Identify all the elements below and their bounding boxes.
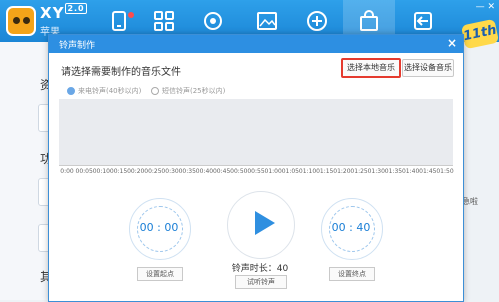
radio-circle [67, 87, 75, 95]
select-device-music-button[interactable]: 选择设备音乐 [402, 59, 454, 77]
exit-icon[interactable] [412, 10, 434, 32]
radio-sms-ringtone[interactable]: 短信铃声(25秒以内) [151, 86, 225, 96]
timeline-tick: 00:20 [127, 168, 145, 175]
preview-ringtone-button[interactable]: 试听铃声 [235, 275, 287, 289]
dialog-title: 铃声制作 [59, 41, 96, 51]
radio-label: 来电铃声(40秒以内) [78, 87, 142, 95]
app-logo[interactable] [6, 6, 36, 36]
apps-icon[interactable] [153, 10, 175, 32]
app-title: XY 2.0 [40, 3, 87, 22]
wallpaper-icon[interactable] [256, 10, 278, 32]
timeline-tick: 00:05 [75, 168, 93, 175]
radio-circle [151, 87, 159, 95]
set-end-button[interactable]: 设置终点 [329, 267, 375, 281]
logo-eye-icon [13, 17, 20, 24]
right-panel-text: 急啦 [462, 197, 478, 206]
timeline-tick: 00:35 [178, 168, 196, 175]
app-version: 2.0 [65, 3, 87, 14]
waveform-area[interactable] [59, 99, 453, 166]
select-local-music-button[interactable]: 选择本地音乐 [341, 58, 401, 78]
app-name: XY [40, 4, 65, 22]
timeline-tick: 01:35 [384, 168, 403, 175]
timeline-tick: 01:25 [350, 168, 368, 175]
timeline-tick: 01:05 [281, 168, 300, 175]
dialog-titlebar: 铃声制作 × [49, 35, 463, 53]
dialog-prompt: 请选择需要制作的音乐文件 [61, 67, 181, 78]
device-icon[interactable] [108, 10, 130, 32]
window-controls[interactable]: — ✕ [476, 2, 495, 12]
notification-dot [128, 12, 134, 18]
timeline-tick: 00:30 [161, 168, 179, 175]
timeline-tick: 0:00 [60, 168, 74, 175]
timeline-tick: 01:20 [333, 168, 351, 175]
add-icon[interactable] [306, 10, 328, 32]
timeline-tick: 01:15 [316, 168, 334, 175]
close-icon[interactable]: × [447, 36, 457, 50]
timeline-tick: 01:10 [298, 168, 317, 175]
timeline-tick: 00:50 [230, 168, 248, 175]
timeline-ruler: 0:00 00:05 00:10 00:15 00:20 00:25 00:30 00:35 0… [59, 165, 453, 177]
timeline-tick: 01:40 [401, 168, 420, 175]
timeline-tick: 01:45 [419, 168, 437, 175]
timeline-tick: 01:50 [436, 168, 454, 175]
play-icon[interactable] [255, 211, 275, 235]
timeline-tick: 00:40 [195, 168, 214, 175]
radio-incoming-ringtone[interactable]: 来电铃声(40秒以内) [67, 86, 141, 96]
timeline-tick: 00:25 [144, 168, 162, 175]
game-icon[interactable] [202, 10, 224, 32]
end-time: 00 : 40 [331, 221, 371, 234]
radio-label: 短信铃声(25秒以内) [162, 87, 226, 95]
logo-eye-icon [23, 17, 30, 24]
store-bag-icon[interactable] [358, 10, 380, 32]
timeline-tick: 00:55 [247, 168, 265, 175]
timeline-tick: 01:30 [367, 168, 385, 175]
timeline-tick: 00:10 [92, 168, 111, 175]
start-time: 00 : 00 [139, 221, 179, 234]
set-start-button[interactable]: 设置起点 [137, 267, 183, 281]
timeline-tick: 01:00 [264, 168, 282, 175]
timeline-tick: 00:15 [109, 168, 128, 175]
ringtone-dialog: 铃声制作 × 请选择需要制作的音乐文件 选择本地音乐 选择设备音乐 来电铃声(4… [48, 34, 464, 302]
timeline-tick: 00:45 [212, 168, 231, 175]
